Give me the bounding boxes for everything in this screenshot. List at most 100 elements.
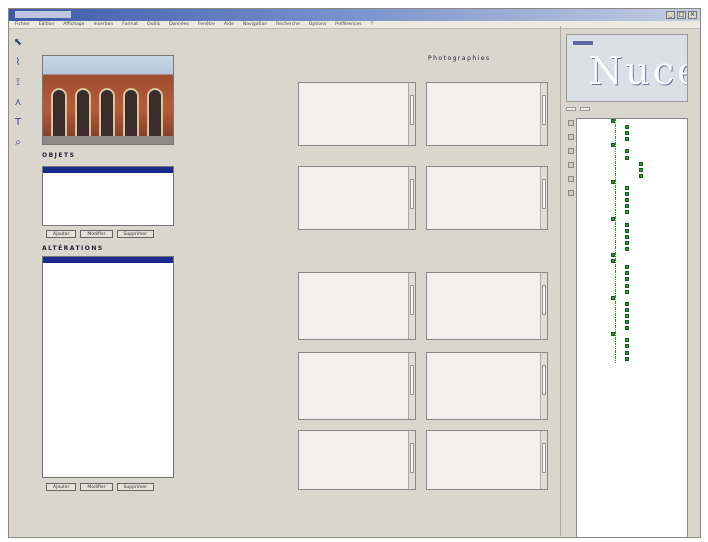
objets-list[interactable] [42, 166, 174, 226]
tree-node-icon[interactable] [625, 155, 629, 160]
tree-node-icon[interactable] [625, 301, 629, 306]
tree-node-icon[interactable] [625, 326, 629, 331]
text-area[interactable] [426, 272, 548, 340]
menu-item[interactable]: Données [169, 22, 189, 27]
tree-node-icon[interactable] [625, 283, 629, 288]
scrollbar[interactable] [540, 83, 547, 145]
text-area[interactable] [298, 352, 416, 420]
text-area[interactable] [298, 272, 416, 340]
text-area[interactable] [298, 82, 416, 146]
menu-item[interactable]: Edition [39, 22, 55, 27]
scrollbar[interactable] [540, 167, 547, 229]
tree-node-icon[interactable] [625, 289, 629, 294]
scrollbar[interactable] [540, 273, 547, 339]
text-area[interactable] [426, 430, 548, 490]
scrollbar[interactable] [408, 431, 415, 489]
text-area[interactable] [426, 352, 548, 420]
pointer-tool-icon[interactable]: ⬉ [12, 36, 24, 50]
tree-node-icon[interactable] [611, 143, 615, 148]
scrollbar-thumb[interactable] [542, 285, 546, 315]
tree-node-icon[interactable] [611, 179, 615, 184]
menu-item[interactable]: Fichier [15, 22, 30, 27]
scrollbar-thumb[interactable] [410, 443, 414, 473]
tree-node-icon[interactable] [625, 314, 629, 318]
tree-node-icon[interactable] [625, 240, 629, 245]
scrollbar[interactable] [408, 83, 415, 145]
tree-node-icon[interactable] [625, 204, 629, 209]
tree-node-icon[interactable] [611, 253, 615, 258]
tree-node-icon[interactable] [625, 356, 629, 361]
tree-node-icon[interactable] [625, 228, 629, 233]
menu-item[interactable]: ? [371, 22, 373, 27]
node-tool-icon[interactable]: ⋏ [12, 96, 24, 110]
tree-node[interactable] [577, 356, 687, 363]
alterations-button-0[interactable]: Ajouter [46, 483, 77, 491]
menu-item[interactable]: Fenêtre [198, 22, 215, 27]
tree-node-icon[interactable] [611, 332, 615, 337]
tree-node-icon[interactable] [625, 234, 629, 239]
menu-item[interactable]: Options [309, 22, 326, 27]
scrollbar[interactable] [540, 431, 547, 489]
expand-icon[interactable] [568, 120, 574, 126]
tree-node-icon[interactable] [625, 344, 629, 349]
alterations-list[interactable] [42, 256, 174, 478]
tree-node-icon[interactable] [639, 173, 643, 178]
scrollbar-thumb[interactable] [410, 179, 414, 209]
tree-view[interactable] [576, 118, 688, 538]
list-item[interactable] [43, 263, 173, 269]
alterations-button-1[interactable]: Modifier [80, 483, 113, 491]
tree-node-icon[interactable] [625, 338, 629, 343]
tree-node-icon[interactable] [625, 265, 629, 270]
scrollbar-thumb[interactable] [410, 285, 414, 315]
tree-node-icon[interactable] [625, 198, 629, 203]
refresh-icon[interactable] [568, 162, 574, 168]
filter-icon[interactable] [568, 148, 574, 154]
tree-node-icon[interactable] [625, 277, 629, 282]
objets-button-1[interactable]: Modifier [80, 230, 113, 238]
menu-item[interactable]: Aide [224, 22, 234, 27]
scrollbar-thumb[interactable] [542, 179, 546, 209]
list-item[interactable] [43, 173, 173, 179]
tree-node-icon[interactable] [611, 216, 615, 221]
add-node-icon[interactable] [568, 176, 574, 182]
measure-tool-icon[interactable]: T [12, 116, 24, 130]
tree-node-icon[interactable] [625, 149, 629, 154]
menu-item[interactable]: Recherche [276, 22, 300, 27]
objets-button-0[interactable]: Ajouter [46, 230, 77, 238]
scrollbar[interactable] [540, 353, 547, 419]
tree-node-icon[interactable] [625, 131, 629, 136]
tree-node-icon[interactable] [625, 320, 629, 325]
scrollbar-thumb[interactable] [542, 443, 546, 473]
objets-button-2[interactable]: Supprimer [116, 230, 155, 238]
tree-node-icon[interactable] [639, 161, 643, 166]
menu-item[interactable]: Affichage [63, 22, 84, 27]
tab-1[interactable] [580, 107, 590, 111]
text-area[interactable] [298, 430, 416, 490]
tree-node-icon[interactable] [625, 186, 629, 191]
menu-item[interactable]: Insertion [93, 22, 113, 27]
scrollbar-thumb[interactable] [410, 95, 414, 125]
menu-item[interactable]: Préférences [335, 22, 361, 27]
tree-node-icon[interactable] [625, 271, 629, 276]
text-area[interactable] [298, 166, 416, 230]
scrollbar[interactable] [408, 353, 415, 419]
alterations-button-2[interactable]: Supprimer [116, 483, 155, 491]
tree-node-icon[interactable] [625, 125, 629, 130]
menu-item[interactable]: Outils [147, 22, 160, 27]
scrollbar[interactable] [408, 273, 415, 339]
tree-node-icon[interactable] [625, 137, 629, 142]
tree-node-icon[interactable] [625, 350, 629, 355]
delete-node-icon[interactable] [568, 190, 574, 196]
tree-node-icon[interactable] [611, 259, 615, 264]
collapse-icon[interactable] [568, 134, 574, 140]
tree-node-icon[interactable] [611, 295, 615, 300]
tree-node-icon[interactable] [625, 210, 629, 215]
menu-item[interactable]: Format [122, 22, 138, 27]
zoom-tool-icon[interactable]: ⌕ [12, 136, 24, 150]
scrollbar[interactable] [408, 167, 415, 229]
tree-node-icon[interactable] [625, 222, 629, 227]
tab-0[interactable] [566, 107, 576, 111]
path-tool-icon[interactable]: ⟟ [12, 76, 24, 90]
tree-node-icon[interactable] [625, 246, 629, 251]
tree-node-icon[interactable] [625, 192, 629, 197]
